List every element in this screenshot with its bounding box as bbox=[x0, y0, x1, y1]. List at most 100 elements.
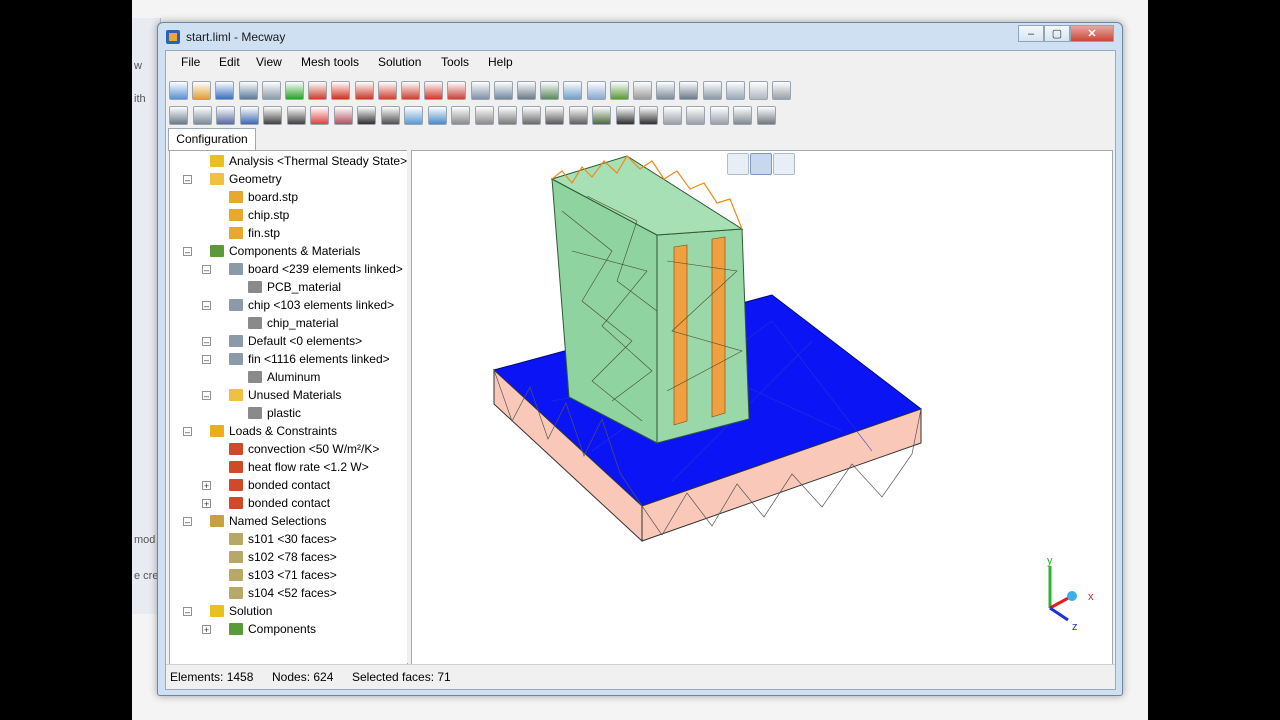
model-canvas[interactable] bbox=[412, 151, 1112, 664]
view-iso-icon[interactable] bbox=[308, 81, 328, 100]
redo-icon[interactable] bbox=[261, 81, 281, 100]
table-icon[interactable] bbox=[756, 106, 776, 125]
box-tool-icon[interactable] bbox=[310, 106, 329, 125]
tree-item[interactable]: s103 <71 faces> bbox=[229, 566, 337, 584]
undo-icon[interactable] bbox=[238, 81, 258, 100]
collapse-icon[interactable]: – bbox=[183, 175, 192, 185]
menu-solution[interactable]: Solution bbox=[378, 55, 421, 69]
save-icon[interactable] bbox=[215, 81, 235, 100]
wireframe-icon[interactable] bbox=[609, 81, 629, 100]
view-left-icon[interactable] bbox=[377, 81, 397, 100]
select-node-icon[interactable] bbox=[192, 106, 212, 125]
tree-item[interactable]: chip_material bbox=[248, 314, 338, 332]
model-viewport[interactable]: y x z bbox=[411, 150, 1113, 665]
triangle-outline-icon[interactable] bbox=[639, 106, 658, 125]
triangle-icon[interactable] bbox=[615, 106, 635, 125]
rotate-icon[interactable] bbox=[517, 81, 536, 100]
select-edge-icon[interactable] bbox=[216, 106, 235, 125]
tree-item[interactable]: Components & Materials bbox=[210, 242, 360, 260]
merge-icon[interactable] bbox=[545, 106, 564, 125]
collapse-icon[interactable]: – bbox=[183, 427, 192, 437]
collapse-icon[interactable]: – bbox=[202, 301, 211, 311]
title-bar[interactable]: start.liml - Mecway – ▢ ✕ bbox=[158, 23, 1122, 51]
tree-item[interactable]: fin.stp bbox=[229, 224, 280, 242]
zoom-fit-icon[interactable] bbox=[470, 81, 490, 100]
cube-tool-icon[interactable] bbox=[333, 106, 353, 125]
star-tool-icon[interactable] bbox=[286, 106, 306, 125]
delete-icon[interactable] bbox=[357, 106, 376, 125]
tree-item[interactable]: chip.stp bbox=[229, 206, 289, 224]
zoom-icon[interactable] bbox=[493, 81, 513, 100]
view-back-icon[interactable] bbox=[354, 81, 374, 100]
tree-item[interactable]: convection <50 W/m²/K> bbox=[229, 440, 379, 458]
edges-icon[interactable] bbox=[679, 81, 699, 100]
tree-item[interactable]: s104 <52 faces> bbox=[229, 584, 337, 602]
cylinder-icon[interactable] bbox=[474, 106, 494, 125]
tree-item[interactable]: Geometry bbox=[210, 170, 282, 188]
select-face-icon[interactable] bbox=[239, 106, 259, 125]
tree-item[interactable]: board <239 elements linked> bbox=[229, 260, 403, 278]
tree-item[interactable]: Unused Materials bbox=[229, 386, 341, 404]
tree-item[interactable]: s102 <78 faces> bbox=[229, 548, 337, 566]
shaded-icon[interactable] bbox=[656, 81, 676, 100]
collapse-icon[interactable]: – bbox=[183, 247, 192, 257]
tree-item[interactable]: Named Selections bbox=[210, 512, 326, 530]
shell-icon[interactable] bbox=[662, 106, 682, 125]
select-icon[interactable] bbox=[169, 106, 188, 125]
tree-item[interactable]: chip <103 elements linked> bbox=[229, 296, 394, 314]
tree-item[interactable]: Default <0 elements> bbox=[229, 332, 362, 350]
shell3-icon[interactable] bbox=[709, 106, 729, 125]
bend-icon[interactable] bbox=[521, 106, 541, 125]
shell2-icon[interactable] bbox=[686, 106, 705, 125]
new-icon[interactable] bbox=[169, 81, 188, 100]
tree-item[interactable]: Components bbox=[229, 620, 316, 638]
view-right-icon[interactable] bbox=[401, 81, 420, 100]
close-button[interactable]: ✕ bbox=[1070, 25, 1114, 42]
tree-item[interactable]: Analysis <Thermal Steady State> bbox=[210, 152, 407, 170]
menu-help[interactable]: Help bbox=[488, 55, 513, 69]
open-icon[interactable] bbox=[192, 81, 212, 100]
maximize-button[interactable]: ▢ bbox=[1044, 25, 1070, 42]
menu-tools[interactable]: Tools bbox=[441, 55, 469, 69]
tree-item[interactable]: bonded contact bbox=[229, 494, 330, 512]
collapse-icon[interactable]: – bbox=[202, 355, 211, 365]
expand-icon[interactable]: + bbox=[202, 625, 211, 635]
tree-item[interactable]: fin <1116 elements linked> bbox=[229, 350, 390, 368]
view-front-icon[interactable] bbox=[331, 81, 351, 100]
sweep-icon[interactable] bbox=[451, 106, 470, 125]
tree-item[interactable]: Solution bbox=[210, 602, 272, 620]
node-display-icon[interactable] bbox=[563, 81, 583, 100]
tree-item[interactable]: board.stp bbox=[229, 188, 298, 206]
split-icon[interactable] bbox=[380, 106, 400, 125]
scroll-left-icon[interactable] bbox=[725, 81, 745, 100]
collapse-icon[interactable]: – bbox=[202, 337, 211, 347]
view-top-icon[interactable] bbox=[424, 81, 444, 100]
extrude-icon[interactable] bbox=[427, 106, 447, 125]
expand-icon[interactable]: + bbox=[202, 481, 211, 491]
mesh-icon[interactable] bbox=[702, 81, 722, 100]
menu-edit[interactable]: Edit bbox=[219, 55, 240, 69]
tree-item[interactable]: bonded contact bbox=[229, 476, 330, 494]
mesh-2d-icon[interactable] bbox=[592, 106, 611, 125]
scroll-right-icon[interactable] bbox=[772, 81, 792, 100]
tree-item[interactable]: Loads & Constraints bbox=[210, 422, 337, 440]
tab-configuration[interactable]: Configuration bbox=[168, 128, 256, 151]
slider-icon[interactable] bbox=[749, 81, 768, 100]
grid-icon[interactable] bbox=[733, 106, 752, 125]
node-tool-icon[interactable] bbox=[263, 106, 282, 125]
tree-item[interactable]: PCB_material bbox=[248, 278, 341, 296]
collapse-icon[interactable]: – bbox=[202, 391, 211, 401]
minimize-button[interactable]: – bbox=[1018, 25, 1044, 42]
tree-item[interactable]: heat flow rate <1.2 W> bbox=[229, 458, 369, 476]
solid-icon[interactable] bbox=[633, 81, 652, 100]
tree-item[interactable]: plastic bbox=[248, 404, 301, 422]
solve-icon[interactable] bbox=[285, 81, 304, 100]
scatter-icon[interactable] bbox=[568, 106, 588, 125]
collapse-icon[interactable]: – bbox=[183, 607, 192, 617]
revolve-icon[interactable] bbox=[498, 106, 517, 125]
menu-file[interactable]: File bbox=[181, 55, 200, 69]
tree-item[interactable]: Aluminum bbox=[248, 368, 320, 386]
collapse-icon[interactable]: – bbox=[183, 517, 192, 527]
menu-view[interactable]: View bbox=[256, 55, 282, 69]
collapse-icon[interactable]: – bbox=[202, 265, 211, 275]
